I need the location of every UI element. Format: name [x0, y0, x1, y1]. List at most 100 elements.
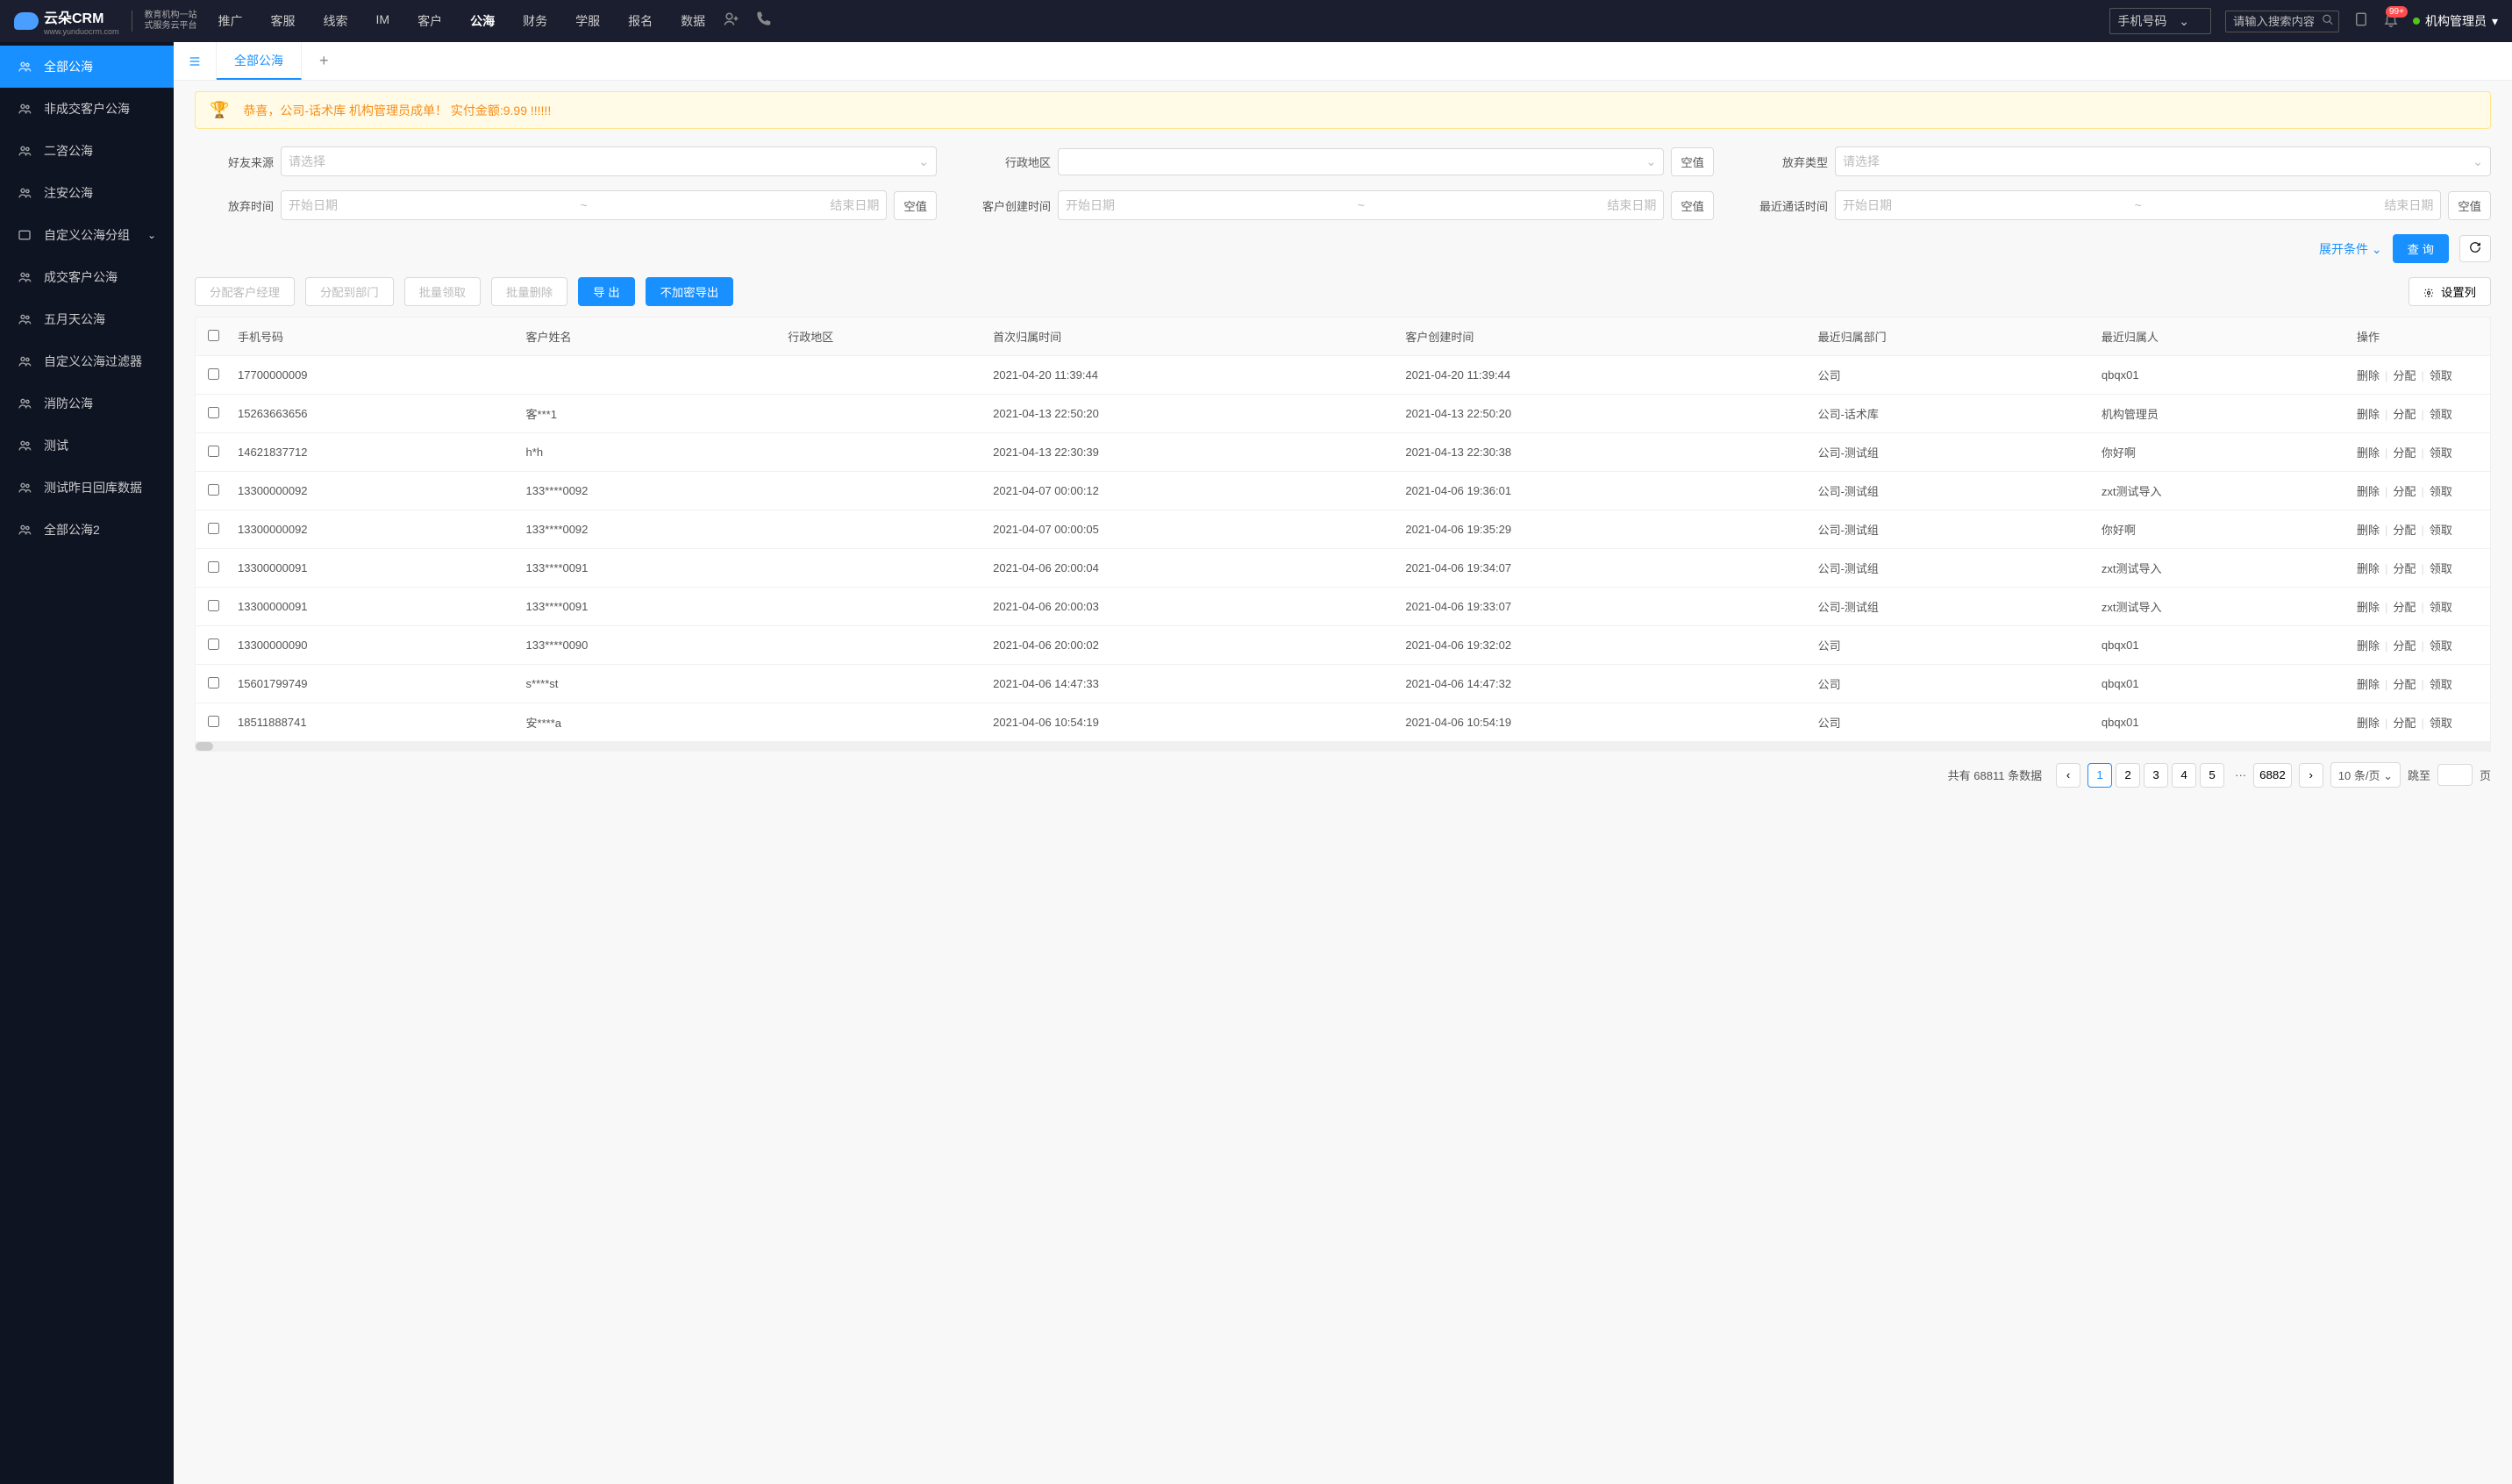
claim-link[interactable]: 领取: [2430, 408, 2452, 421]
delete-link[interactable]: 删除: [2357, 408, 2380, 421]
assign-link[interactable]: 分配: [2393, 408, 2416, 421]
nav-item[interactable]: 线索: [320, 0, 352, 42]
last-call-null-button[interactable]: 空值: [2448, 191, 2491, 220]
search-icon[interactable]: [2322, 14, 2334, 29]
row-checkbox[interactable]: [208, 600, 219, 611]
set-columns-button[interactable]: 设置列: [2409, 277, 2491, 306]
select-all-checkbox[interactable]: [208, 330, 219, 341]
delete-link[interactable]: 删除: [2357, 601, 2380, 614]
sidebar-item[interactable]: 五月天公海: [0, 298, 174, 340]
claim-link[interactable]: 领取: [2430, 369, 2452, 382]
add-tab-button[interactable]: +: [302, 52, 346, 70]
nav-item[interactable]: 数据: [677, 0, 709, 42]
assign-link[interactable]: 分配: [2393, 562, 2416, 575]
sidebar-item[interactable]: 非成交客户公海: [0, 88, 174, 130]
claim-link[interactable]: 领取: [2430, 717, 2452, 730]
delete-link[interactable]: 删除: [2357, 562, 2380, 575]
tablet-icon[interactable]: [2353, 11, 2369, 32]
row-checkbox[interactable]: [208, 639, 219, 650]
row-checkbox[interactable]: [208, 446, 219, 457]
sidebar-item[interactable]: 自定义公海分组⌄: [0, 214, 174, 256]
tabs-collapse-icon[interactable]: [174, 42, 217, 80]
notification-icon[interactable]: 99+: [2383, 11, 2399, 32]
page-number-button[interactable]: 3: [2144, 763, 2168, 788]
abandon-time-range[interactable]: 开始日期 ~ 结束日期: [281, 190, 887, 220]
create-time-range[interactable]: 开始日期 ~ 结束日期: [1058, 190, 1664, 220]
refresh-button[interactable]: [2459, 235, 2491, 262]
assign-link[interactable]: 分配: [2393, 524, 2416, 537]
page-number-button[interactable]: 2: [2116, 763, 2140, 788]
sidebar-item[interactable]: 测试: [0, 425, 174, 467]
row-checkbox[interactable]: [208, 368, 219, 380]
assign-link[interactable]: 分配: [2393, 369, 2416, 382]
sidebar-item[interactable]: 全部公海2: [0, 509, 174, 551]
sidebar-item[interactable]: 二咨公海: [0, 130, 174, 172]
claim-link[interactable]: 领取: [2430, 678, 2452, 691]
claim-link[interactable]: 领取: [2430, 639, 2452, 653]
delete-link[interactable]: 删除: [2357, 369, 2380, 382]
abandon-time-null-button[interactable]: 空值: [894, 191, 937, 220]
row-checkbox[interactable]: [208, 523, 219, 534]
assign-link[interactable]: 分配: [2393, 446, 2416, 460]
claim-link[interactable]: 领取: [2430, 524, 2452, 537]
assign-manager-button[interactable]: 分配客户经理: [195, 277, 295, 306]
page-number-button[interactable]: 4: [2172, 763, 2196, 788]
sidebar-item[interactable]: 测试昨日回库数据: [0, 467, 174, 509]
nav-item[interactable]: 公海: [467, 0, 498, 42]
search-type-select[interactable]: 手机号码 ⌄: [2109, 8, 2211, 34]
prev-page-button[interactable]: ‹: [2056, 763, 2080, 788]
batch-delete-button[interactable]: 批量删除: [491, 277, 567, 306]
claim-link[interactable]: 领取: [2430, 485, 2452, 498]
query-button[interactable]: 查 询: [2393, 234, 2449, 263]
scrollbar-thumb[interactable]: [196, 742, 213, 751]
page-number-button[interactable]: 1: [2087, 763, 2112, 788]
delete-link[interactable]: 删除: [2357, 524, 2380, 537]
row-checkbox[interactable]: [208, 407, 219, 418]
sidebar-item[interactable]: 自定义公海过滤器: [0, 340, 174, 382]
add-user-icon[interactable]: [723, 11, 740, 32]
delete-link[interactable]: 删除: [2357, 446, 2380, 460]
delete-link[interactable]: 删除: [2357, 678, 2380, 691]
tab[interactable]: 全部公海: [217, 42, 302, 80]
row-checkbox[interactable]: [208, 677, 219, 688]
last-page-button[interactable]: 6882: [2253, 763, 2292, 788]
create-time-null-button[interactable]: 空值: [1671, 191, 1714, 220]
sidebar-item[interactable]: 全部公海: [0, 46, 174, 88]
row-checkbox[interactable]: [208, 561, 219, 573]
nav-item[interactable]: 学服: [572, 0, 603, 42]
assign-dept-button[interactable]: 分配到部门: [305, 277, 394, 306]
claim-link[interactable]: 领取: [2430, 601, 2452, 614]
assign-link[interactable]: 分配: [2393, 639, 2416, 653]
jump-page-input[interactable]: [2437, 764, 2473, 786]
assign-link[interactable]: 分配: [2393, 717, 2416, 730]
phone-icon[interactable]: [754, 11, 772, 32]
assign-link[interactable]: 分配: [2393, 601, 2416, 614]
nav-item[interactable]: 财务: [519, 0, 551, 42]
nav-item[interactable]: 客服: [268, 0, 299, 42]
user-menu[interactable]: 机构管理员 ▾: [2413, 12, 2498, 30]
assign-link[interactable]: 分配: [2393, 678, 2416, 691]
nav-item[interactable]: 客户: [414, 0, 446, 42]
friend-source-select[interactable]: 请选择 ⌄: [281, 146, 937, 176]
horizontal-scrollbar[interactable]: [196, 742, 2490, 751]
sidebar-item[interactable]: 注安公海: [0, 172, 174, 214]
next-page-button[interactable]: ›: [2299, 763, 2323, 788]
assign-link[interactable]: 分配: [2393, 485, 2416, 498]
batch-claim-button[interactable]: 批量领取: [404, 277, 481, 306]
row-checkbox[interactable]: [208, 716, 219, 727]
row-checkbox[interactable]: [208, 484, 219, 496]
claim-link[interactable]: 领取: [2430, 446, 2452, 460]
expand-filters-link[interactable]: 展开条件 ⌄: [2319, 240, 2382, 258]
export-plain-button[interactable]: 不加密导出: [646, 277, 734, 306]
export-button[interactable]: 导 出: [578, 277, 634, 306]
delete-link[interactable]: 删除: [2357, 485, 2380, 498]
last-call-time-range[interactable]: 开始日期 ~ 结束日期: [1835, 190, 2441, 220]
region-select[interactable]: ⌄: [1058, 148, 1664, 175]
sidebar-item[interactable]: 成交客户公海: [0, 256, 174, 298]
sidebar-item[interactable]: 消防公海: [0, 382, 174, 425]
delete-link[interactable]: 删除: [2357, 639, 2380, 653]
region-null-button[interactable]: 空值: [1671, 147, 1714, 176]
nav-item[interactable]: 报名: [624, 0, 656, 42]
claim-link[interactable]: 领取: [2430, 562, 2452, 575]
nav-item[interactable]: 推广: [215, 0, 246, 42]
